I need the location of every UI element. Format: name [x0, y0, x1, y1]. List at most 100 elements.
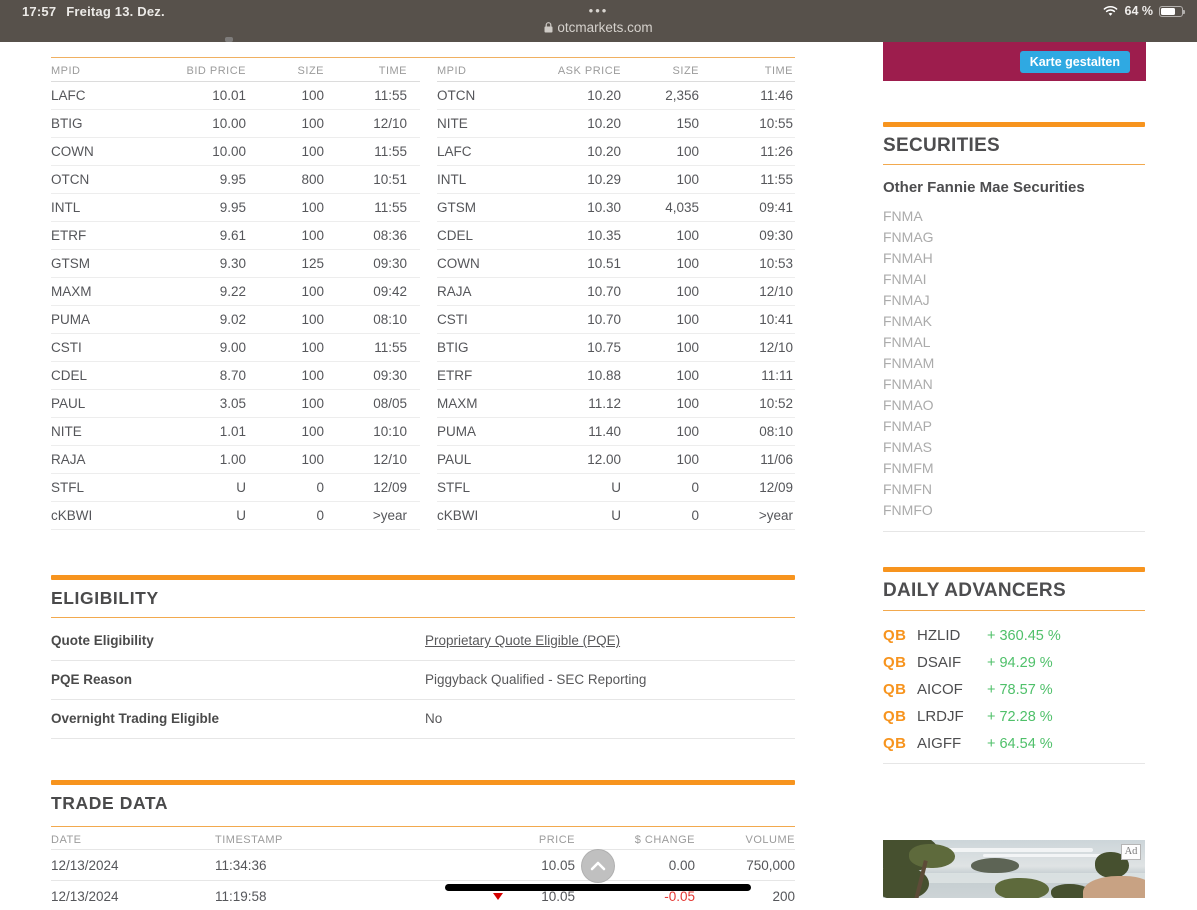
size-cell: 100 [301, 284, 324, 299]
security-symbol-link[interactable]: FNMAS [883, 437, 1145, 458]
ad-label[interactable]: Ad [1121, 844, 1141, 860]
time-cell: 08:36 [373, 228, 407, 243]
security-symbol-link[interactable]: FNMAG [883, 227, 1145, 248]
trade-table-header: DATE TIMESTAMP PRICE $ CHANGE VOLUME [51, 830, 795, 849]
security-symbol-link[interactable]: FNMFO [883, 500, 1145, 521]
battery-percent-text: 64 % [1124, 4, 1154, 18]
time-cell: 12/10 [759, 284, 793, 299]
bid-table-row: LAFC 10.01 100 11:55 [51, 82, 420, 110]
security-symbol-link[interactable]: FNMAK [883, 311, 1145, 332]
ask-price-cell: 10.30 [587, 200, 621, 215]
ask-price-cell: 11.40 [588, 424, 621, 439]
bid-price-cell: 9.61 [219, 228, 246, 243]
time-cell: 10:53 [759, 256, 793, 271]
time-cell: 11:55 [374, 340, 407, 355]
securities-subtitle: Other Fannie Mae Securities [883, 179, 1085, 196]
column-header-volume: VOLUME [745, 833, 795, 846]
advancer-change-percent: + 72.28 % [987, 708, 1053, 725]
address-bar[interactable]: otcmarkets.com [0, 20, 1197, 35]
ask-price-cell: 10.35 [587, 228, 621, 243]
price-down-icon [493, 893, 504, 900]
overnight-trading-label: Overnight Trading Eligible [51, 711, 220, 726]
size-cell: 100 [676, 396, 699, 411]
bid-price-cell: U [236, 480, 246, 495]
time-cell: 12/10 [373, 452, 407, 467]
time-cell: 08:10 [759, 424, 793, 439]
security-symbol-link[interactable]: FNMAH [883, 248, 1145, 269]
advancer-symbol-link[interactable]: DSAIF [917, 654, 987, 671]
ask-table-row: NITE 10.20 150 10:55 [437, 110, 795, 138]
size-cell: 100 [301, 88, 324, 103]
column-header-mpid: MPID [51, 64, 81, 77]
security-symbol-link[interactable]: FNMAJ [883, 290, 1145, 311]
bid-price-cell: 1.01 [219, 424, 246, 439]
security-symbol-link[interactable]: FNMAM [883, 353, 1145, 374]
home-indicator[interactable] [445, 884, 751, 891]
time-cell: 11:11 [761, 368, 793, 383]
size-cell: 100 [676, 144, 699, 159]
pqe-link[interactable]: Proprietary Quote Eligible (PQE) [425, 633, 620, 648]
time-cell: 08/05 [373, 396, 407, 411]
size-cell: 4,035 [665, 200, 699, 215]
size-cell: 0 [316, 508, 324, 523]
bid-table-row: PAUL 3.05 100 08/05 [51, 390, 420, 418]
bid-table-row: ETRF 9.61 100 08:36 [51, 222, 420, 250]
security-symbol-link[interactable]: FNMAL [883, 332, 1145, 353]
time-cell: 09:41 [759, 200, 793, 215]
ad-banner-button[interactable]: Karte gestalten [1019, 51, 1130, 73]
mpid-cell: PUMA [437, 424, 477, 439]
status-indicators: 64 % [1102, 4, 1185, 18]
time-cell: 10:41 [759, 312, 793, 327]
mpid-cell: RAJA [51, 452, 86, 467]
mpid-cell: cKBWI [437, 508, 479, 523]
column-header-bid-price: BID PRICE [186, 64, 246, 77]
advancer-row: QB HZLID + 360.45 % [883, 622, 1145, 649]
tab-overflow-dots[interactable]: ••• [0, 3, 1197, 18]
mpid-cell: PAUL [51, 396, 86, 411]
battery-icon [1159, 5, 1185, 17]
time-cell: 11:55 [374, 144, 407, 159]
time-cell: 08:10 [373, 312, 407, 327]
advancer-symbol-link[interactable]: AICOF [917, 681, 987, 698]
bid-table: MPID BID PRICE SIZE TIME LAFC 10.01 100 … [51, 60, 420, 530]
ad-banner-top[interactable]: Karte gestalten [883, 42, 1146, 81]
security-symbol-link[interactable]: FNMFM [883, 458, 1145, 479]
security-symbol-link[interactable]: FNMA [883, 206, 1145, 227]
security-symbol-link[interactable]: FNMAN [883, 374, 1145, 395]
bid-price-cell: 10.01 [212, 88, 246, 103]
security-symbol-link[interactable]: FNMFN [883, 479, 1145, 500]
bid-table-row: MAXM 9.22 100 09:42 [51, 278, 420, 306]
mpid-cell: ETRF [51, 228, 87, 243]
trade-date-cell: 12/13/2024 [51, 858, 119, 873]
chevron-up-icon [590, 861, 606, 871]
size-cell: 0 [316, 480, 324, 495]
ask-table-row: GTSM 10.30 4,035 09:41 [437, 194, 795, 222]
advancer-symbol-link[interactable]: AIGFF [917, 735, 987, 752]
bid-table-row: CSTI 9.00 100 11:55 [51, 334, 420, 362]
ask-price-cell: U [611, 480, 621, 495]
bid-price-cell: 10.00 [212, 116, 246, 131]
scroll-to-top-button[interactable] [581, 849, 615, 883]
security-symbol-link[interactable]: FNMAP [883, 416, 1145, 437]
trade-data-underline [51, 826, 795, 827]
eligibility-row-overnight: Overnight Trading Eligible No [51, 700, 795, 739]
eligibility-row-reason: PQE Reason Piggyback Qualified - SEC Rep… [51, 661, 795, 700]
advancer-symbol-link[interactable]: LRDJF [917, 708, 987, 725]
ask-table-row: INTL 10.29 100 11:55 [437, 166, 795, 194]
ask-table-row: STFL U 0 12/09 [437, 474, 795, 502]
column-header-timestamp: TIMESTAMP [215, 833, 283, 846]
security-symbol-link[interactable]: FNMAO [883, 395, 1145, 416]
time-cell: 10:55 [759, 116, 793, 131]
advancer-symbol-link[interactable]: HZLID [917, 627, 987, 644]
trade-data-title: TRADE DATA [51, 793, 169, 813]
ask-table-row: LAFC 10.20 100 11:26 [437, 138, 795, 166]
security-symbol-link[interactable]: FNMAI [883, 269, 1145, 290]
mpid-cell: GTSM [51, 256, 90, 271]
ask-price-cell: 10.88 [587, 368, 621, 383]
ask-price-cell: U [611, 508, 621, 523]
mpid-cell: CSTI [51, 340, 82, 355]
time-cell: 12/09 [373, 480, 407, 495]
size-cell: 100 [301, 116, 324, 131]
ask-table-row: CSTI 10.70 100 10:41 [437, 306, 795, 334]
ad-image-bottom[interactable]: Ad [883, 840, 1145, 898]
